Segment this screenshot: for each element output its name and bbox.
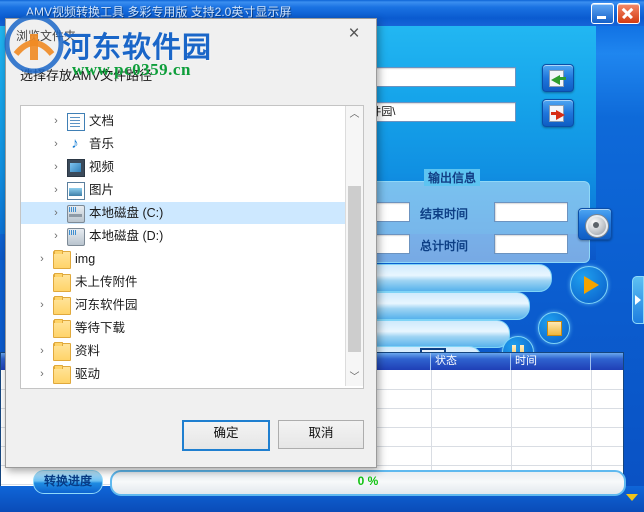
cancel-button[interactable]: 取消: [278, 420, 364, 449]
chevron-right-icon[interactable]: ›: [49, 202, 63, 224]
dialog-title: 浏览文件夹: [16, 29, 77, 43]
tree-item-label: 等待下载: [75, 321, 126, 335]
tree-item[interactable]: 未上传附件: [21, 271, 349, 293]
tree-item-label: 资料: [75, 344, 101, 358]
picture-icon: [67, 182, 85, 200]
tree-item-label: 文档: [89, 114, 115, 128]
tree-item-label: 本地磁盘 (D:): [89, 229, 164, 243]
folder-icon: [53, 296, 71, 315]
scroll-down-icon[interactable]: ﹀: [346, 369, 363, 386]
tree-item[interactable]: › 资料: [21, 340, 349, 362]
folder-tree[interactable]: › 文档 › ♪ 音乐 › 视频 › 图片 › 本地磁盘 (C:) › 本地磁盘 (D:) › img 未上传…: [20, 105, 364, 389]
gear-icon: [586, 215, 608, 237]
import-button[interactable]: [542, 64, 574, 92]
dialog-close-button[interactable]: ×: [332, 19, 376, 49]
tree-item[interactable]: › 图片: [21, 179, 349, 201]
disk-icon: [67, 228, 85, 246]
grid-col-extra[interactable]: [591, 353, 623, 370]
tree-scrollbar[interactable]: ︿ ﹀: [345, 106, 363, 386]
stop-button[interactable]: [538, 312, 570, 344]
folder-icon: [53, 342, 71, 361]
document-icon: [67, 113, 85, 131]
chevron-right-icon[interactable]: ›: [49, 156, 63, 178]
dialog-prompt: 选择存放AMV文件路径: [20, 68, 153, 83]
chevron-right-icon[interactable]: ›: [49, 133, 63, 155]
tree-item[interactable]: › 本地磁盘 (C:): [21, 202, 349, 224]
tree-item[interactable]: › img: [21, 248, 349, 270]
end-time-input[interactable]: [494, 202, 568, 222]
end-time-label: 结束时间: [420, 207, 469, 221]
tree-item-label: 驱动: [75, 367, 101, 381]
music-icon: ♪: [71, 135, 79, 152]
scroll-down-icon[interactable]: [626, 494, 638, 501]
stop-icon: [547, 321, 562, 336]
minimize-button[interactable]: [591, 3, 614, 24]
scroll-up-icon[interactable]: ︿: [346, 106, 363, 123]
progress-label: 转换进度: [33, 470, 103, 494]
output-info-title: 输出信息: [424, 169, 481, 186]
tree-item[interactable]: › 河东软件园: [21, 294, 349, 316]
tree-item[interactable]: › 文档: [21, 110, 349, 132]
chevron-right-icon[interactable]: ›: [49, 110, 63, 132]
chevron-right-icon[interactable]: ›: [35, 248, 49, 270]
folder-icon: [53, 365, 71, 384]
chevron-right-icon[interactable]: ›: [35, 294, 49, 316]
close-button[interactable]: [617, 3, 640, 24]
tree-item-label: 河东软件园: [75, 298, 138, 312]
system-disk-icon: [67, 205, 85, 223]
expand-panel-tab[interactable]: [632, 276, 644, 324]
tree-item[interactable]: › 本地磁盘 (D:): [21, 225, 349, 247]
grid-col-status[interactable]: 状态: [431, 353, 511, 370]
tree-item-label: 图片: [89, 183, 115, 197]
settings-button[interactable]: [578, 208, 612, 240]
chevron-right-icon[interactable]: ›: [49, 225, 63, 247]
video-icon: [67, 159, 85, 177]
tree-item[interactable]: › 视频: [21, 156, 349, 178]
tree-item-label: 本地磁盘 (C:): [89, 206, 164, 220]
folder-icon: [53, 250, 71, 269]
tree-item-label: 音乐: [89, 137, 115, 151]
tree-item[interactable]: › 驱动: [21, 363, 349, 385]
browse-folder-dialog: 浏览文件夹 × 选择存放AMV文件路径 › 文档 › ♪ 音乐 › 视频 › 图片 › 本地磁盘 (…: [5, 18, 377, 468]
tree-item-label: img: [75, 252, 96, 266]
folder-icon: [53, 273, 71, 292]
chevron-right-icon[interactable]: ›: [49, 179, 63, 201]
progress-bar: 0 %: [110, 470, 626, 496]
export-button[interactable]: [542, 99, 574, 127]
total-time-input[interactable]: [494, 234, 568, 254]
window-controls: [591, 3, 640, 24]
tree-item-label: 未上传附件: [75, 275, 138, 289]
chevron-right-icon[interactable]: ›: [35, 363, 49, 385]
grid-col-time[interactable]: 时间: [511, 353, 591, 370]
chevron-right-icon[interactable]: ›: [35, 340, 49, 362]
play-button[interactable]: [570, 266, 608, 304]
tree-item[interactable]: 等待下载: [21, 317, 349, 339]
scrollbar-thumb[interactable]: [348, 186, 361, 352]
total-time-label: 总计时间: [420, 239, 469, 253]
tree-item[interactable]: › ♪ 音乐: [21, 133, 349, 155]
folder-icon: [53, 319, 71, 338]
play-icon: [584, 276, 599, 294]
ok-button[interactable]: 确定: [182, 420, 270, 451]
tree-item-label: 视频: [89, 160, 115, 174]
